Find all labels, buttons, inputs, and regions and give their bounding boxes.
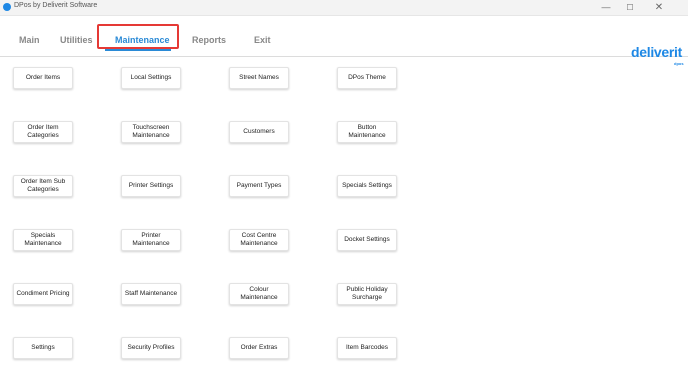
printer-maintenance-button[interactable]: Printer Maintenance bbox=[121, 229, 181, 251]
brand-logo-sub: dpos bbox=[674, 61, 684, 66]
customers-button[interactable]: Customers bbox=[229, 121, 289, 143]
order-items-button[interactable]: Order Items bbox=[13, 67, 73, 89]
app-icon bbox=[3, 3, 11, 11]
tab-maintenance[interactable]: Maintenance bbox=[115, 35, 170, 45]
payment-types-button[interactable]: Payment Types bbox=[229, 175, 289, 197]
tab-exit[interactable]: Exit bbox=[254, 35, 271, 45]
maximize-button[interactable]: ☐ bbox=[618, 0, 642, 15]
cost-centre-maintenance-button[interactable]: Cost Centre Maintenance bbox=[229, 229, 289, 251]
tab-reports[interactable]: Reports bbox=[192, 35, 226, 45]
local-settings-button[interactable]: Local Settings bbox=[121, 67, 181, 89]
public-holiday-surcharge-button[interactable]: Public Holiday Surcharge bbox=[337, 283, 397, 305]
button-maintenance-button[interactable]: Button Maintenance bbox=[337, 121, 397, 143]
specials-maintenance-button[interactable]: Specials Maintenance bbox=[13, 229, 73, 251]
security-profiles-button[interactable]: Security Profiles bbox=[121, 337, 181, 359]
order-item-sub-categories-button[interactable]: Order Item Sub Categories bbox=[13, 175, 73, 197]
window-title: DPos by Deliverit Software bbox=[14, 2, 98, 9]
title-bar: DPos by Deliverit Software — ☐ ✕ bbox=[0, 0, 688, 16]
minimize-button[interactable]: — bbox=[594, 0, 618, 15]
tab-main[interactable]: Main bbox=[19, 35, 40, 45]
condiment-pricing-button[interactable]: Condiment Pricing bbox=[13, 283, 73, 305]
colour-maintenance-button[interactable]: Colour Maintenance bbox=[229, 283, 289, 305]
brand-logo: deliverit bbox=[631, 44, 682, 60]
touchscreen-maintenance-button[interactable]: Touchscreen Maintenance bbox=[121, 121, 181, 143]
item-barcodes-button[interactable]: Item Barcodes bbox=[337, 337, 397, 359]
tab-bar: Main Utilities Maintenance Reports Exit … bbox=[0, 16, 688, 66]
docket-settings-button[interactable]: Docket Settings bbox=[337, 229, 397, 251]
staff-maintenance-button[interactable]: Staff Maintenance bbox=[121, 283, 181, 305]
street-names-button[interactable]: Street Names bbox=[229, 67, 289, 89]
tab-utilities[interactable]: Utilities bbox=[60, 35, 93, 45]
settings-button[interactable]: Settings bbox=[13, 337, 73, 359]
specials-settings-button[interactable]: Specials Settings bbox=[337, 175, 397, 197]
close-button[interactable]: ✕ bbox=[647, 0, 671, 15]
active-tab-indicator bbox=[105, 49, 171, 51]
order-extras-button[interactable]: Order Extras bbox=[229, 337, 289, 359]
printer-settings-button[interactable]: Printer Settings bbox=[121, 175, 181, 197]
order-item-categories-button[interactable]: Order Item Categories bbox=[13, 121, 73, 143]
dpos-theme-button[interactable]: DPos Theme bbox=[337, 67, 397, 89]
